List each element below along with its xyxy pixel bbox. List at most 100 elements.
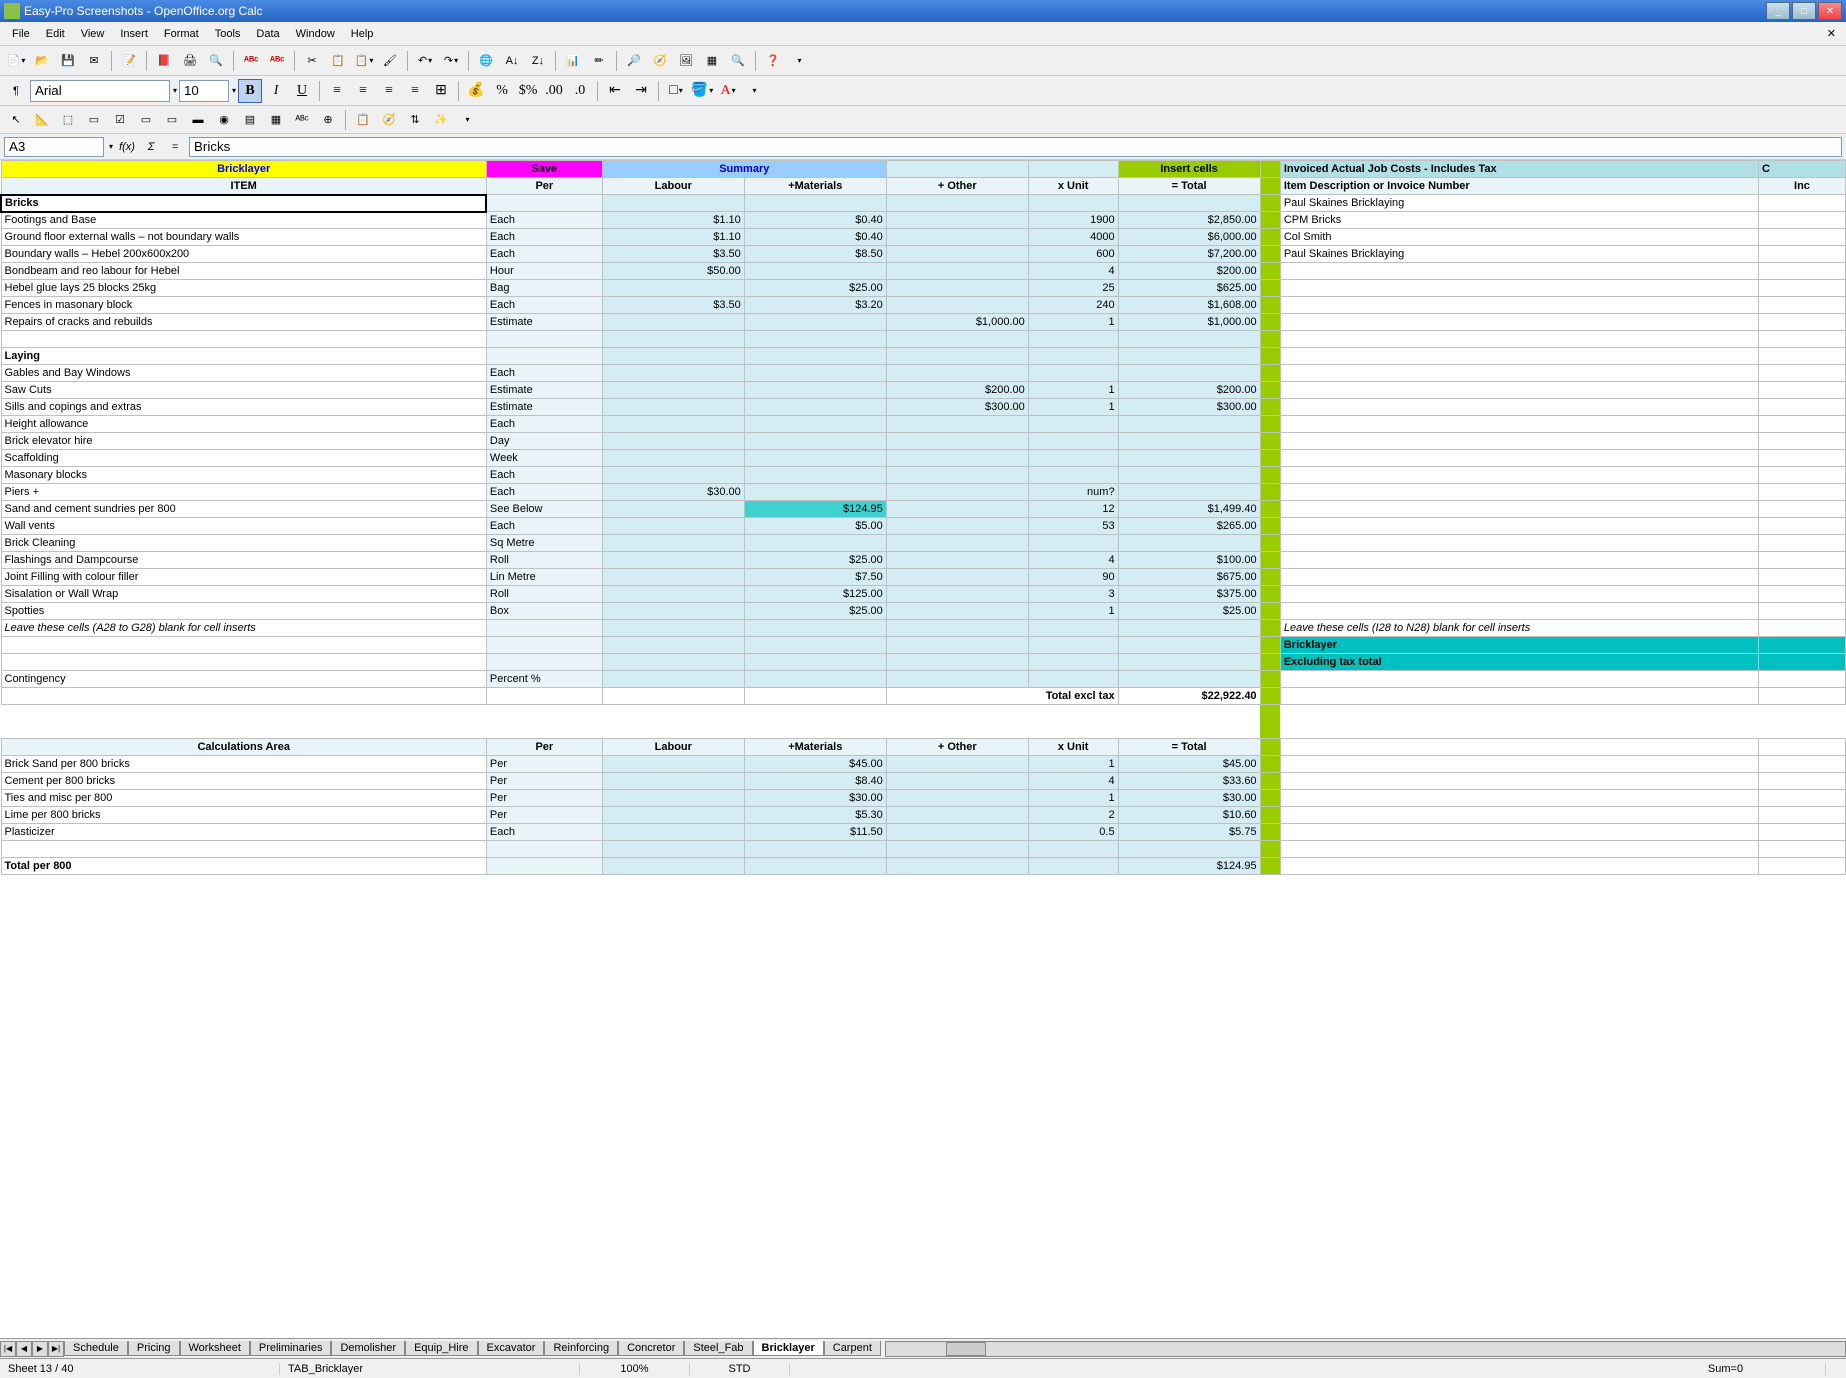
decrease-indent-button[interactable]: ⇤ — [603, 79, 627, 103]
data-row[interactable]: Masonary blocksEach — [1, 467, 1846, 484]
pdf-button[interactable]: 📕 — [152, 49, 176, 73]
form-toolbar-more[interactable]: ▾ — [455, 108, 479, 132]
sheet-tab-steel_fab[interactable]: Steel_Fab — [684, 1341, 752, 1356]
sort-asc-button[interactable]: A↓ — [500, 49, 524, 73]
menu-file[interactable]: File — [4, 25, 38, 43]
sheet-tab-concretor[interactable]: Concretor — [618, 1341, 684, 1356]
sheet-tab-pricing[interactable]: Pricing — [128, 1341, 180, 1356]
first-sheet-button[interactable]: |◀ — [0, 1341, 16, 1357]
data-row[interactable]: Brick elevator hireDay — [1, 433, 1846, 450]
paste-button[interactable]: 📋▾ — [352, 49, 376, 73]
next-sheet-button[interactable]: ▶ — [32, 1341, 48, 1357]
combobox-button[interactable]: ▦ — [264, 108, 288, 132]
data-row[interactable]: Wall ventsEach$5.0053$265.00 — [1, 518, 1846, 535]
minimize-button[interactable]: _ — [1766, 2, 1790, 20]
last-sheet-button[interactable]: ▶| — [48, 1341, 64, 1357]
font-color-button[interactable]: A▾ — [716, 79, 740, 103]
sum-button[interactable]: Σ — [141, 137, 161, 157]
wizard-button[interactable]: ✨ — [429, 108, 453, 132]
spellcheck-button[interactable]: ᴬᴮᶜ — [239, 49, 263, 73]
data-row[interactable]: ScaffoldingWeek — [1, 450, 1846, 467]
format-toolbar-more[interactable]: ▾ — [742, 79, 766, 103]
navigator-button[interactable]: 🧭 — [648, 49, 672, 73]
bricklayer-summary[interactable]: Bricklayer — [1280, 637, 1758, 654]
sheet-tab-equip_hire[interactable]: Equip_Hire — [405, 1341, 477, 1356]
listbox-button[interactable]: ▤ — [238, 108, 262, 132]
drawing-button[interactable]: ✏ — [587, 49, 611, 73]
checkbox-button[interactable]: ☑ — [108, 108, 132, 132]
menu-edit[interactable]: Edit — [38, 25, 73, 43]
undo-button[interactable]: ↶▾ — [413, 49, 437, 73]
data-row[interactable]: Ground floor external walls – not bounda… — [1, 229, 1846, 246]
menu-help[interactable]: Help — [343, 25, 382, 43]
mode-status[interactable]: STD — [690, 1363, 790, 1375]
sheet-tab-reinforcing[interactable]: Reinforcing — [544, 1341, 618, 1356]
label-button[interactable]: ᴬᴮᶜ — [290, 108, 314, 132]
sheet-tab-carpent[interactable]: Carpent — [824, 1341, 881, 1356]
edit-file-button[interactable]: 📝 — [117, 49, 141, 73]
form-design-button[interactable]: 📋 — [351, 108, 375, 132]
data-row[interactable]: Sills and copings and extrasEstimate$300… — [1, 399, 1846, 416]
print-button[interactable]: 🖨 — [178, 49, 202, 73]
textbox-button[interactable]: ▭ — [134, 108, 158, 132]
align-right-button[interactable]: ≡ — [377, 79, 401, 103]
leave-cells-note[interactable]: Leave these cells (A28 to G28) blank for… — [1, 620, 486, 637]
data-row[interactable]: Brick CleaningSq Metre — [1, 535, 1846, 552]
font-name-select[interactable] — [30, 80, 170, 102]
form-nav-button[interactable]: 🧭 — [377, 108, 401, 132]
data-row[interactable]: Ties and misc per 800Per$30.001$30.00 — [1, 790, 1846, 807]
menu-data[interactable]: Data — [248, 25, 287, 43]
data-row[interactable]: Fences in masonary blockEach$3.50$3.2024… — [1, 297, 1846, 314]
control-button[interactable]: ⬚ — [56, 108, 80, 132]
function-wizard-button[interactable]: f(x) — [117, 137, 137, 157]
menu-format[interactable]: Format — [156, 25, 207, 43]
doc-close-button[interactable]: ✕ — [1821, 27, 1842, 40]
more-controls-button[interactable]: ⊕ — [316, 108, 340, 132]
invoice-item[interactable]: Paul Skaines Bricklaying — [1280, 195, 1758, 212]
bg-color-button[interactable]: 🪣▾ — [690, 79, 714, 103]
data-row[interactable]: Cement per 800 bricksPer$8.404$33.60 — [1, 773, 1846, 790]
sheet-tab-schedule[interactable]: Schedule — [64, 1341, 128, 1356]
hyperlink-button[interactable]: 🌐 — [474, 49, 498, 73]
cell-reference-input[interactable] — [4, 137, 104, 157]
currency-button[interactable]: 💰 — [464, 79, 488, 103]
close-button[interactable]: ✕ — [1818, 2, 1842, 20]
sheet-tab-worksheet[interactable]: Worksheet — [180, 1341, 250, 1356]
new-button[interactable]: 📄▾ — [4, 49, 28, 73]
zoom-button[interactable]: 🔍 — [726, 49, 750, 73]
font-size-select[interactable] — [179, 80, 229, 102]
underline-button[interactable]: U — [290, 79, 314, 103]
sheet-tab-excavator[interactable]: Excavator — [478, 1341, 545, 1356]
increase-indent-button[interactable]: ⇥ — [629, 79, 653, 103]
data-row[interactable]: SpottiesBox$25.001$25.00 — [1, 603, 1846, 620]
open-button[interactable]: 📂 — [30, 49, 54, 73]
delete-decimal-button[interactable]: .0 — [568, 79, 592, 103]
data-row[interactable]: Flashings and DampcourseRoll$25.004$100.… — [1, 552, 1846, 569]
menu-view[interactable]: View — [73, 25, 113, 43]
bricklayer-header[interactable]: Bricklayer — [1, 161, 486, 178]
data-row[interactable]: Repairs of cracks and rebuildsEstimate$1… — [1, 314, 1846, 331]
formula-input[interactable] — [189, 137, 1842, 157]
redo-button[interactable]: ↷▾ — [439, 49, 463, 73]
design-mode-button[interactable]: 📐 — [30, 108, 54, 132]
add-decimal-button[interactable]: .00 — [542, 79, 566, 103]
data-row[interactable]: Joint Filling with colour fillerLin Metr… — [1, 569, 1846, 586]
data-row[interactable]: Gables and Bay WindowsEach — [1, 365, 1846, 382]
data-row[interactable]: Boundary walls – Hebel 200x600x200Each$3… — [1, 246, 1846, 263]
pushbutton-button[interactable]: ▬ — [186, 108, 210, 132]
formatted-field-button[interactable]: ▭ — [160, 108, 184, 132]
data-row[interactable]: Bondbeam and reo labour for HebelHour$50… — [1, 263, 1846, 280]
preview-button[interactable]: 🔍 — [204, 49, 228, 73]
sum-status[interactable]: Sum=0 — [1626, 1363, 1826, 1375]
format-paint-button[interactable]: 🖌 — [378, 49, 402, 73]
sheet-tab-preliminaries[interactable]: Preliminaries — [250, 1341, 332, 1356]
menu-tools[interactable]: Tools — [207, 25, 249, 43]
equals-button[interactable]: = — [165, 137, 185, 157]
styles-button[interactable]: ¶ — [4, 79, 28, 103]
size-dropdown-icon[interactable]: ▾ — [232, 86, 236, 95]
prev-sheet-button[interactable]: ◀ — [16, 1341, 32, 1357]
laying-section[interactable]: Laying — [1, 348, 486, 365]
save-button[interactable]: 💾 — [56, 49, 80, 73]
italic-button[interactable]: I — [264, 79, 288, 103]
data-row[interactable]: Saw CutsEstimate$200.001$200.00 — [1, 382, 1846, 399]
